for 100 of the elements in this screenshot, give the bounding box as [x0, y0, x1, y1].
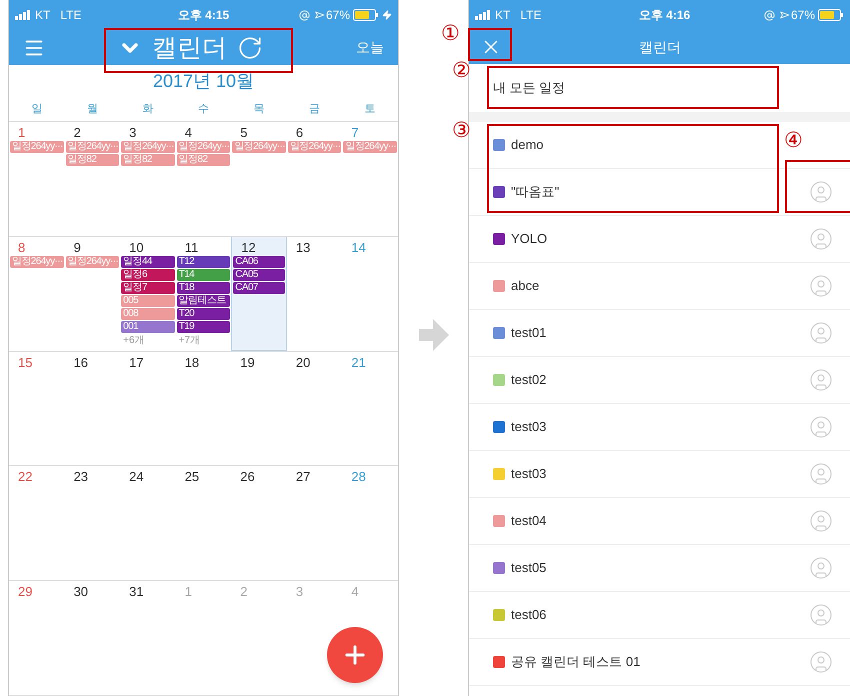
day-number: 7	[350, 125, 359, 140]
user-icon[interactable]	[809, 556, 833, 580]
user-icon[interactable]	[809, 603, 833, 627]
day-cell[interactable]: 15	[9, 352, 65, 370]
calendar-name[interactable]: "따옴표"	[511, 182, 560, 202]
signal-icon	[15, 10, 31, 20]
day-number: 18	[184, 354, 200, 370]
calendar-row[interactable]: abce	[469, 263, 850, 310]
day-number: 21	[350, 354, 366, 370]
calendar-row[interactable]: test02	[469, 357, 850, 404]
day-cell[interactable]: 16	[64, 352, 120, 370]
day-number: 15	[17, 354, 32, 370]
annotation-number: ②	[452, 57, 471, 83]
annotation-number: ④	[784, 127, 803, 153]
day-cell[interactable]: 11 T12 T14 T18 알림테스트 T20 T19 +7개	[176, 236, 232, 347]
calendar-name[interactable]: 공유 캘린더 테스트 01	[511, 652, 640, 672]
day-cell[interactable]: 1 일정264yy···	[9, 122, 65, 153]
event-chip[interactable]: CA06	[233, 256, 285, 268]
calendar-row[interactable]: test03	[469, 451, 850, 498]
calendar-row[interactable]: test04	[469, 498, 850, 545]
all-schedules-row[interactable]: 내 모든 일정	[469, 64, 850, 112]
day-cell[interactable]: 22	[9, 466, 65, 484]
event-chip[interactable]: 일정7	[121, 282, 175, 294]
annotation-frame	[785, 160, 850, 213]
day-cell[interactable]: 30	[64, 581, 120, 600]
calendar-name[interactable]: test05	[511, 558, 546, 578]
calendar-row[interactable]: test01	[469, 310, 850, 357]
carrier-label: KT	[495, 7, 510, 24]
calendar-row[interactable]: "따옴표"	[469, 169, 850, 216]
user-icon[interactable]	[809, 368, 833, 392]
day-cell[interactable]: 12 CA06 CA05 CA07	[231, 236, 287, 351]
day-number: 4	[184, 125, 192, 140]
day-number: 4	[350, 584, 359, 600]
day-number: 27	[294, 469, 310, 484]
day-cell[interactable]: 23	[64, 466, 120, 484]
day-number: 22	[17, 469, 32, 484]
calendar-name[interactable]: abce	[511, 276, 540, 296]
refresh-icon[interactable]	[237, 34, 263, 60]
day-cell[interactable]: 13	[286, 236, 342, 255]
event-chip[interactable]: T20	[176, 308, 230, 320]
day-cell[interactable]: 27	[286, 466, 342, 484]
calendar-name[interactable]: test02	[511, 370, 546, 390]
day-number: 3	[128, 125, 136, 140]
user-icon[interactable]	[809, 509, 833, 533]
day-cell[interactable]: 29	[9, 581, 65, 600]
day-cell[interactable]: 26	[231, 466, 287, 484]
calendar-name[interactable]: test03	[511, 417, 546, 437]
battery-icon	[353, 9, 379, 21]
event-chip[interactable]: T12	[176, 256, 230, 268]
day-number: 11	[184, 240, 198, 255]
network-label: LTE	[60, 7, 82, 24]
day-cell[interactable]: 19	[231, 352, 287, 370]
event-chip[interactable]: T18	[176, 282, 230, 294]
calendar-row[interactable]: YOLO	[469, 216, 850, 263]
calendar-name[interactable]: demo	[511, 135, 544, 155]
user-icon[interactable]	[809, 227, 833, 251]
user-icon[interactable]	[809, 415, 833, 439]
weekday-label: 목	[252, 102, 266, 118]
day-number: 23	[72, 469, 88, 484]
day-cell[interactable]: 31	[120, 581, 176, 600]
battery-percent: 67%	[326, 7, 350, 24]
user-icon[interactable]	[809, 650, 833, 674]
status-time: 오후 4:16	[638, 7, 690, 24]
day-cell[interactable]: 8 일정264yy···	[9, 236, 65, 268]
calendar-row[interactable]: 공유 캘린더 테스트 01	[469, 639, 850, 686]
event-chip[interactable]: 일정44	[121, 256, 175, 268]
calendar-name[interactable]: YOLO	[511, 229, 548, 249]
user-icon[interactable]	[809, 462, 833, 486]
event-chip[interactable]: 001	[121, 320, 175, 333]
event-chip[interactable]: CA07	[233, 282, 285, 294]
day-cell[interactable]: 24	[120, 466, 176, 484]
calendar-row[interactable]: test05	[469, 545, 850, 592]
user-icon[interactable]	[809, 274, 833, 298]
calendar-row[interactable]: test03	[469, 404, 850, 451]
day-cell[interactable]: 10 일정44 일정6 일정7 005 008 001 +6개	[120, 236, 176, 347]
add-button[interactable]	[327, 627, 383, 683]
month-title: 2017년 10월	[152, 70, 254, 93]
event-chip[interactable]: 일정6	[121, 268, 175, 281]
calendar-name[interactable]: test04	[511, 511, 546, 531]
day-cell[interactable]: 9 일정264yy···	[64, 236, 120, 268]
event-chip[interactable]: CA05	[233, 268, 285, 281]
event-chip[interactable]: 알림테스트	[176, 294, 230, 307]
day-cell[interactable]: 18	[176, 352, 232, 370]
day-cell[interactable]: 20	[286, 352, 342, 370]
calendar-name[interactable]: test01	[511, 323, 546, 343]
day-number: 10	[128, 240, 144, 255]
user-icon[interactable]	[809, 180, 833, 204]
calendar-row[interactable]: test06	[469, 592, 850, 639]
day-cell[interactable]: 17	[120, 352, 176, 370]
day-number: 3	[294, 584, 304, 600]
day-number: 13	[294, 240, 310, 255]
day-cell[interactable]: 25	[176, 466, 232, 484]
at-sign-icon	[298, 10, 310, 20]
calendar-name[interactable]: test06	[511, 605, 546, 625]
calendar-name[interactable]: test03	[511, 464, 546, 484]
day-cell[interactable]: 6 일정264yy···	[286, 122, 342, 153]
user-icon[interactable]	[809, 321, 833, 345]
day-cell[interactable]: 5 일정264yy···	[231, 122, 287, 153]
day-number: 25	[184, 469, 200, 484]
event-chip[interactable]: T19	[176, 320, 230, 333]
